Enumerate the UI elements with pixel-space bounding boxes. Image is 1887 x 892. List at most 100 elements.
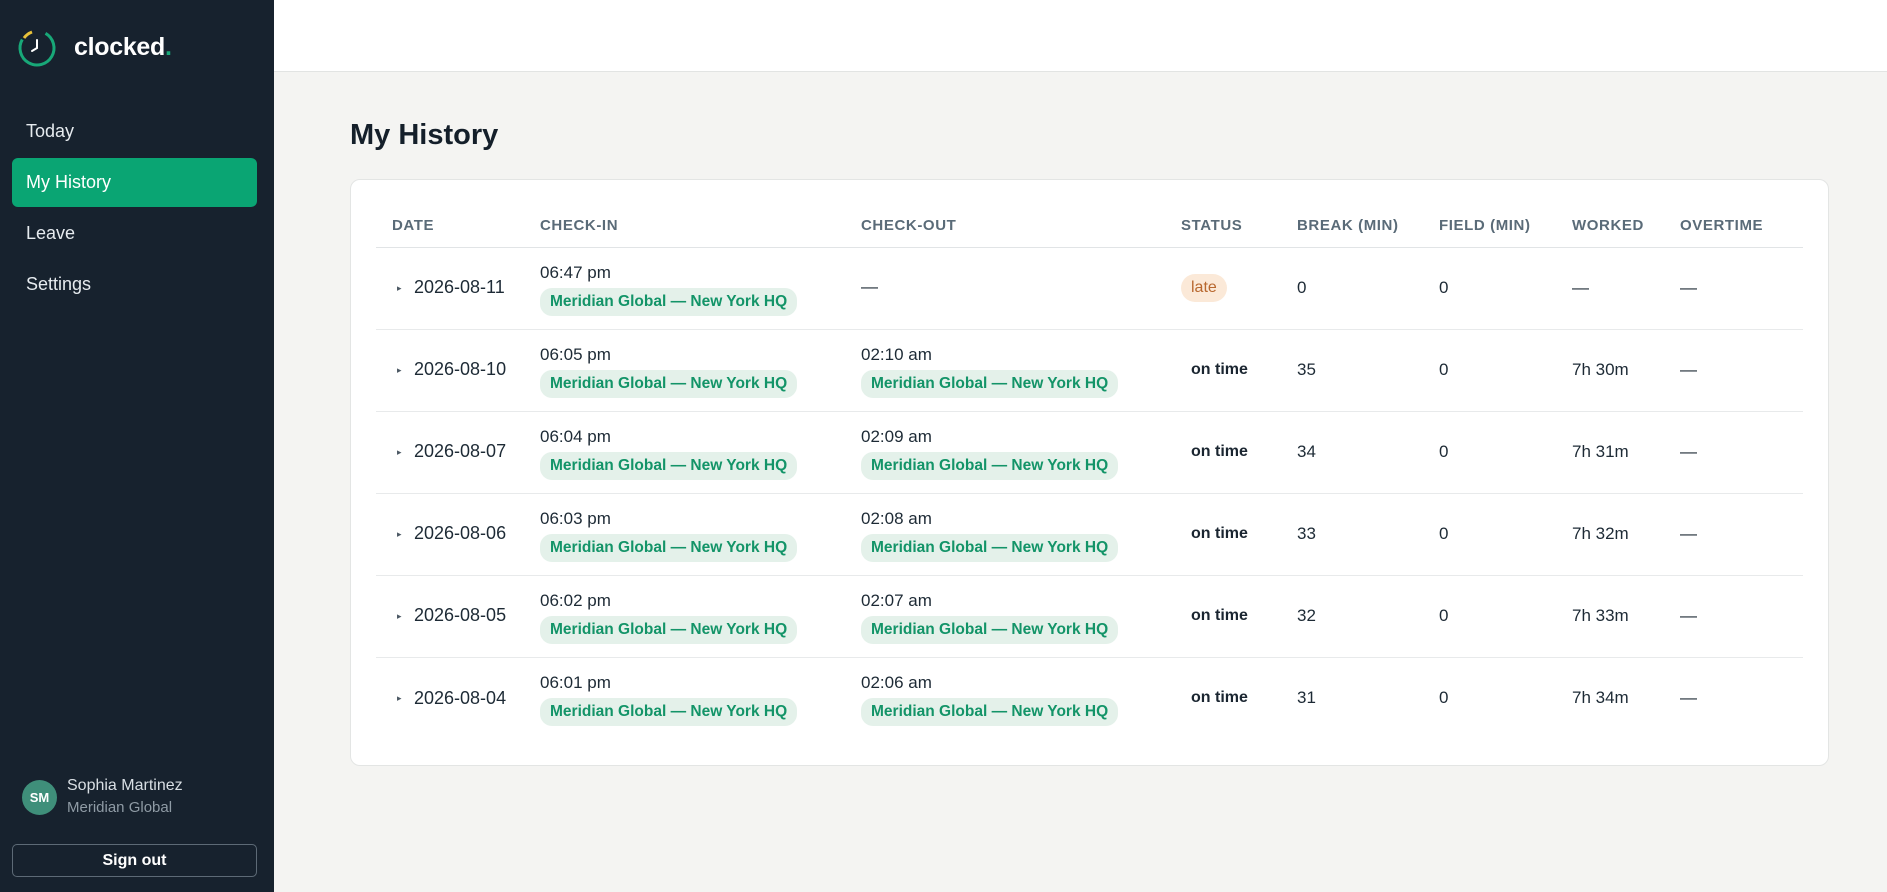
check-in-cell: 06:05 pm Meridian Global — New York HQ xyxy=(540,329,861,412)
table-row[interactable]: ▸ 2026-08-07 06:04 pm Meridian Global — New… xyxy=(376,411,1803,494)
check-out-time: 02:08 am xyxy=(861,508,932,528)
expand-row-icon[interactable]: ▸ xyxy=(392,529,414,540)
status-cell: on time xyxy=(1181,493,1297,576)
overtime-value: — xyxy=(1680,329,1803,412)
check-out-time: — xyxy=(861,276,878,296)
column-header-field[interactable]: FIELD (MIN) xyxy=(1439,204,1572,248)
status-badge: late xyxy=(1181,274,1227,302)
worked-duration: 7h 33m xyxy=(1572,575,1680,658)
top-bar xyxy=(274,0,1887,72)
expand-row-icon[interactable]: ▸ xyxy=(392,611,414,622)
expand-row-icon[interactable]: ▸ xyxy=(392,447,414,458)
check-in-time: 06:02 pm xyxy=(540,590,611,610)
check-in-cell: 06:04 pm Meridian Global — New York HQ xyxy=(540,411,861,494)
date-text: 2026-08-04 xyxy=(414,687,507,708)
break-minutes: 35 xyxy=(1297,329,1439,412)
status-badge: on time xyxy=(1191,689,1248,707)
main-nav: Today My History Leave Settings xyxy=(12,107,257,311)
date-text: 2026-08-06 xyxy=(414,523,507,544)
nav-item-today[interactable]: Today xyxy=(12,107,257,156)
status-badge: on time xyxy=(1191,361,1248,378)
nav-item-settings[interactable]: Settings xyxy=(12,260,257,309)
check-out-cell: 02:08 am Meridian Global — New York HQ xyxy=(861,493,1181,576)
avatar: SM xyxy=(22,779,57,815)
check-in-cell: 06:01 pm Meridian Global — New York HQ xyxy=(540,657,861,739)
worked-duration: 7h 30m xyxy=(1572,329,1680,412)
date-cell: ▸ 2026-08-04 xyxy=(376,657,540,739)
check-in-location-chip: Meridian Global — New York HQ xyxy=(540,369,798,398)
date-text: 2026-08-07 xyxy=(414,441,507,462)
expand-row-icon[interactable]: ▸ xyxy=(392,365,414,376)
table-row[interactable]: ▸ 2026-08-06 06:03 pm Meridian Global — New… xyxy=(376,493,1803,576)
column-header-break[interactable]: BREAK (MIN) xyxy=(1297,204,1439,248)
check-in-location-chip: Meridian Global — New York HQ xyxy=(540,451,798,480)
table-row[interactable]: ▸ 2026-08-10 06:05 pm Meridian Global — New… xyxy=(376,329,1803,412)
break-minutes: 32 xyxy=(1297,575,1439,658)
brand-name: clocked. xyxy=(74,32,172,61)
table-row[interactable]: ▸ 2026-08-11 06:47 pm Meridian Global — New… xyxy=(376,247,1803,330)
check-out-location-chip: Meridian Global — New York HQ xyxy=(861,615,1119,644)
check-out-cell: 02:10 am Meridian Global — New York HQ xyxy=(861,329,1181,412)
break-minutes: 31 xyxy=(1297,688,1316,708)
check-in-cell: 06:03 pm Meridian Global — New York HQ xyxy=(540,493,861,576)
break-minutes: 33 xyxy=(1297,493,1439,576)
check-out-location-chip: Meridian Global — New York HQ xyxy=(861,533,1119,562)
column-header-date[interactable]: DATE xyxy=(376,204,540,248)
check-out-location-chip: Meridian Global — New York HQ xyxy=(861,697,1119,726)
check-in-time: 06:04 pm xyxy=(540,426,611,446)
check-out-time: 02:07 am xyxy=(861,590,932,610)
sign-out-button[interactable]: Sign out xyxy=(12,844,257,877)
history-card: DATE CHECK-IN CHECK-OUT STATUS BREAK (MI… xyxy=(350,179,1829,766)
status-badge: on time xyxy=(1191,525,1248,542)
status-cell: on time xyxy=(1181,329,1297,412)
brand[interactable]: clocked. xyxy=(16,26,172,68)
sidebar: clocked. Today My History Leave Settings… xyxy=(0,0,274,892)
expand-row-icon[interactable]: ▸ xyxy=(392,283,414,294)
check-in-location-chip: Meridian Global — New York HQ xyxy=(540,697,798,726)
worked-duration: 7h 32m xyxy=(1572,493,1680,576)
date-cell: ▸ 2026-08-10 xyxy=(376,329,540,412)
check-in-location-chip: Meridian Global — New York HQ xyxy=(540,615,798,644)
check-in-time: 06:47 pm xyxy=(540,262,611,282)
check-in-time: 06:03 pm xyxy=(540,508,611,528)
column-header-status[interactable]: STATUS xyxy=(1181,204,1297,248)
history-table: DATE CHECK-IN CHECK-OUT STATUS BREAK (MI… xyxy=(376,204,1803,739)
nav-item-my-history[interactable]: My History xyxy=(12,158,257,207)
overtime-value: — xyxy=(1680,247,1803,330)
table-header-row: DATE CHECK-IN CHECK-OUT STATUS BREAK (MI… xyxy=(376,204,1803,248)
field-minutes: 0 xyxy=(1439,493,1572,576)
worked-duration: 7h 31m xyxy=(1572,411,1680,494)
check-in-cell: 06:47 pm Meridian Global — New York HQ xyxy=(540,247,861,330)
column-header-worked[interactable]: WORKED xyxy=(1572,204,1680,248)
user-name: Sophia Martinez xyxy=(67,777,183,794)
field-minutes: 0 xyxy=(1439,411,1572,494)
stopwatch-logo-icon xyxy=(18,29,56,67)
break-minutes: 0 xyxy=(1297,247,1439,330)
date-cell: ▸ 2026-08-06 xyxy=(376,493,540,576)
column-header-overtime[interactable]: OVERTIME xyxy=(1680,204,1803,248)
table-row[interactable]: ▸ 2026-08-04 06:01 pm Meridian Global — New… xyxy=(376,657,1803,739)
table-row[interactable]: ▸ 2026-08-05 06:02 pm Meridian Global — New… xyxy=(376,575,1803,658)
check-out-time: 02:10 am xyxy=(861,344,932,364)
date-cell: ▸ 2026-08-07 xyxy=(376,411,540,494)
history-table-body: ▸ 2026-08-11 06:47 pm Meridian Global — New… xyxy=(376,247,1803,739)
nav-item-leave[interactable]: Leave xyxy=(12,209,257,258)
check-out-location-chip: Meridian Global — New York HQ xyxy=(861,369,1119,398)
user-profile: SM Sophia Martinez Meridian Global xyxy=(22,775,183,819)
check-out-time: 02:09 am xyxy=(861,426,932,446)
check-out-cell: 02:07 am Meridian Global — New York HQ xyxy=(861,575,1181,658)
status-badge: on time xyxy=(1191,443,1248,460)
check-in-location-chip: Meridian Global — New York HQ xyxy=(540,287,798,316)
check-out-cell: 02:09 am Meridian Global — New York HQ xyxy=(861,411,1181,494)
check-in-time: 06:05 pm xyxy=(540,344,611,364)
column-header-check-in[interactable]: CHECK-IN xyxy=(540,204,861,248)
worked-duration: 7h 34m xyxy=(1572,688,1629,708)
column-header-check-out[interactable]: CHECK-OUT xyxy=(861,204,1181,248)
check-in-time: 06:01 pm xyxy=(540,672,611,692)
date-cell: ▸ 2026-08-11 xyxy=(376,247,540,330)
check-out-cell: — xyxy=(861,247,1181,330)
overtime-value: — xyxy=(1680,411,1803,494)
date-text: 2026-08-05 xyxy=(414,605,507,626)
status-cell: late xyxy=(1181,247,1297,330)
expand-row-icon[interactable]: ▸ xyxy=(392,693,414,704)
